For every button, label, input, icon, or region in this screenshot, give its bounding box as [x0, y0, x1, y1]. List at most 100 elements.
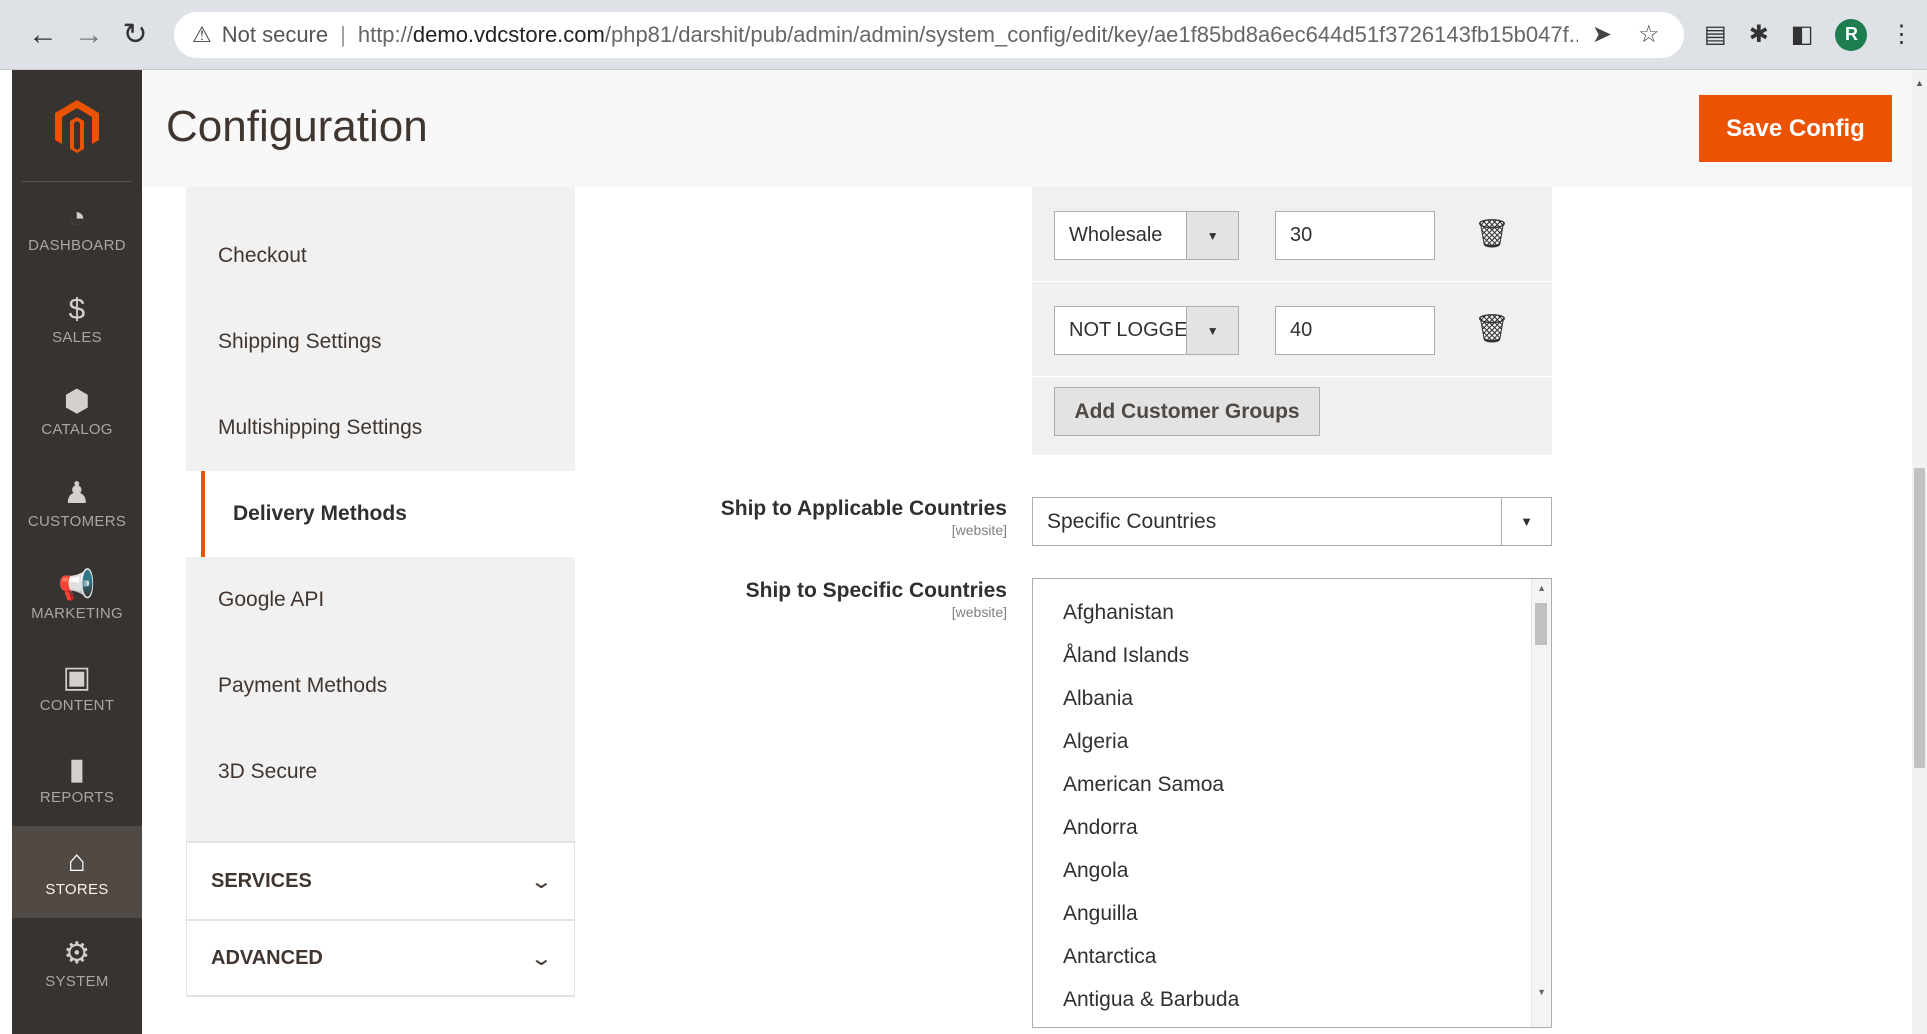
applicable-countries-label: Ship to Applicable Countries	[720, 497, 1007, 520]
admin-menu-label: DASHBOARD	[28, 236, 126, 254]
applicable-countries-value: Specific Countries	[1047, 509, 1217, 533]
admin-menu-catalog[interactable]: ⬢ CATALOG	[12, 366, 142, 458]
admin-menu-label: STORES	[45, 880, 109, 898]
country-options: Afghanistan Åland Islands Albania Algeria Am…	[1033, 579, 1551, 1021]
address-bar[interactable]: ⚠ Not secure | http://demo.vdcstore.com/…	[174, 11, 1684, 58]
country-option[interactable]: Andorra	[1033, 806, 1551, 849]
country-option[interactable]: Algeria	[1033, 720, 1551, 763]
admin-sidebar: ◔ DASHBOARD $ SALES ⬢ CATALOG ♟ CUSTOMERS 📢 MARKE…	[12, 70, 142, 1034]
applicable-countries-scope: [website]	[951, 522, 1007, 538]
multiselect-scrollbar[interactable]: ▲ ▼	[1531, 579, 1551, 1027]
profile-avatar[interactable]: R	[1835, 18, 1868, 51]
admin-menu-label: REPORTS	[39, 788, 115, 806]
specific-countries-label: Ship to Specific Countries	[745, 579, 1007, 602]
admin-menu-system[interactable]: ⚙ SYSTEM	[12, 918, 142, 1010]
trash-icon[interactable]: 🗑	[1474, 217, 1510, 250]
admin-menu-marketing[interactable]: 📢 MARKETING	[12, 550, 142, 642]
scroll-up-icon[interactable]: ▲	[1915, 78, 1924, 88]
side-panel-icon[interactable]: ◧	[1791, 20, 1814, 49]
admin-menu-content[interactable]: ▣ CONTENT	[12, 642, 142, 734]
save-config-button[interactable]: Save Config	[1699, 95, 1892, 162]
admin-menu-label: CONTENT	[39, 696, 115, 714]
applicable-countries-select[interactable]: Specific Countries ▼	[1032, 497, 1552, 546]
customer-group-select[interactable]: Wholesale ▼	[1054, 211, 1239, 260]
reload-icon[interactable]: ↻	[112, 12, 158, 58]
config-section-title: SERVICES	[211, 869, 312, 892]
chevron-down-icon[interactable]: ⌄	[530, 869, 553, 894]
dropdown-arrow-icon[interactable]: ▼	[1186, 307, 1238, 354]
chevron-down-icon[interactable]: ▼	[1501, 498, 1551, 545]
country-option[interactable]: American Samoa	[1033, 763, 1551, 806]
url-text[interactable]: http://demo.vdcstore.com/php81/darshit/p…	[358, 22, 1578, 48]
group-amount-input[interactable]: 30	[1275, 211, 1435, 260]
country-option[interactable]: Åland Islands	[1033, 634, 1551, 677]
bar-chart-icon: ▮	[68, 752, 86, 786]
customer-groups-panel: Wholesale ▼ 30 🗑 NOT LOGGED IN ▼ 40 🗑 Ad…	[1032, 187, 1552, 455]
gear-icon: ⚙	[63, 936, 91, 970]
box-icon: ⬢	[63, 384, 91, 418]
admin-menu-sales[interactable]: $ SALES	[12, 274, 142, 366]
admin-menu-label: CUSTOMERS	[27, 512, 127, 530]
country-option[interactable]: Albania	[1033, 677, 1551, 720]
customer-group-select[interactable]: NOT LOGGED IN ▼	[1054, 306, 1239, 355]
config-nav-item[interactable]: Payment Methods	[186, 643, 575, 729]
admin-menu-reports[interactable]: ▮ REPORTS	[12, 734, 142, 826]
customer-group-value: NOT LOGGED IN	[1069, 319, 1187, 341]
dashboard-icon: ◔	[67, 200, 87, 234]
admin-menu-stores[interactable]: ⌂ STORES	[12, 826, 142, 918]
back-arrow-icon[interactable]: ←	[20, 12, 66, 58]
window-edge	[0, 70, 12, 1034]
config-nav-item[interactable]: Delivery Methods	[201, 471, 575, 557]
puzzle-icon[interactable]: ✱	[1749, 20, 1769, 49]
config-nav-item[interactable]: 3D Secure	[186, 729, 575, 841]
country-option[interactable]: Antigua & Barbuda	[1033, 978, 1551, 1021]
config-section-title: ADVANCED	[211, 946, 323, 969]
config-nav-links: Checkout Shipping Settings Multishipping S…	[186, 187, 575, 841]
star-icon[interactable]: ☆	[1638, 20, 1660, 49]
page-title: Configuration	[166, 102, 428, 151]
scroll-up-icon[interactable]: ▲	[1537, 583, 1546, 593]
scroll-thumb[interactable]	[1535, 603, 1547, 645]
page-scrollbar[interactable]: ▲	[1912, 70, 1927, 1034]
more-menu-icon[interactable]: ⋮	[1889, 20, 1913, 49]
config-nav-item[interactable]: Multishipping Settings	[186, 385, 575, 471]
admin-menu-dashboard[interactable]: ◔ DASHBOARD	[12, 182, 142, 274]
page-scroll-thumb[interactable]	[1914, 468, 1925, 768]
browser-toolbar: ← → ↻ ⚠ Not secure | http://demo.vdcstor…	[0, 0, 1927, 70]
config-nav-item[interactable]: Google API	[186, 557, 575, 643]
security-label[interactable]: Not secure	[222, 22, 328, 48]
config-nav-item[interactable]: Checkout	[186, 187, 575, 299]
magento-logo[interactable]	[22, 70, 132, 182]
config-nav-item[interactable]: Shipping Settings	[186, 299, 575, 385]
send-icon[interactable]: ➤	[1592, 20, 1612, 49]
customer-group-row: Wholesale ▼ 30 🗑	[1032, 187, 1552, 282]
customer-group-row: NOT LOGGED IN ▼ 40 🗑	[1032, 282, 1552, 377]
chevron-down-icon[interactable]: ⌄	[530, 946, 553, 971]
dollar-icon: $	[68, 292, 86, 326]
admin-menu-label: SALES	[52, 328, 102, 346]
admin-menu-customers[interactable]: ♟ CUSTOMERS	[12, 458, 142, 550]
person-icon: ♟	[63, 476, 91, 510]
admin-menu-label: MARKETING	[31, 604, 123, 622]
add-customer-groups-button[interactable]: Add Customer Groups	[1054, 387, 1320, 436]
page-header: Configuration Save Config	[142, 70, 1912, 187]
warning-icon[interactable]: ⚠	[192, 22, 212, 48]
forward-arrow-icon[interactable]: →	[66, 12, 112, 58]
country-option[interactable]: Antarctica	[1033, 935, 1551, 978]
dropdown-arrow-icon[interactable]: ▼	[1186, 212, 1238, 259]
scroll-down-icon[interactable]: ▼	[1537, 987, 1546, 997]
extension-icon[interactable]: ▤	[1704, 20, 1727, 49]
customer-group-value: Wholesale	[1069, 224, 1163, 246]
config-nav: Checkout Shipping Settings Multishipping S…	[186, 187, 575, 997]
country-option[interactable]: Afghanistan	[1033, 591, 1551, 634]
country-option[interactable]: Anguilla	[1033, 892, 1551, 935]
admin-menu-label: SYSTEM	[45, 972, 109, 990]
country-option[interactable]: Angola	[1033, 849, 1551, 892]
config-nav-sections: SERVICES ⌄ ADVANCED ⌄	[186, 841, 575, 997]
trash-icon[interactable]: 🗑	[1474, 312, 1510, 345]
specific-countries-multiselect[interactable]: Afghanistan Åland Islands Albania Algeria Am…	[1032, 578, 1552, 1028]
layout-icon: ▣	[62, 660, 92, 694]
config-section-advanced[interactable]: ADVANCED ⌄	[186, 919, 575, 997]
config-section-services[interactable]: SERVICES ⌄	[186, 841, 575, 919]
group-amount-input[interactable]: 40	[1275, 306, 1435, 355]
